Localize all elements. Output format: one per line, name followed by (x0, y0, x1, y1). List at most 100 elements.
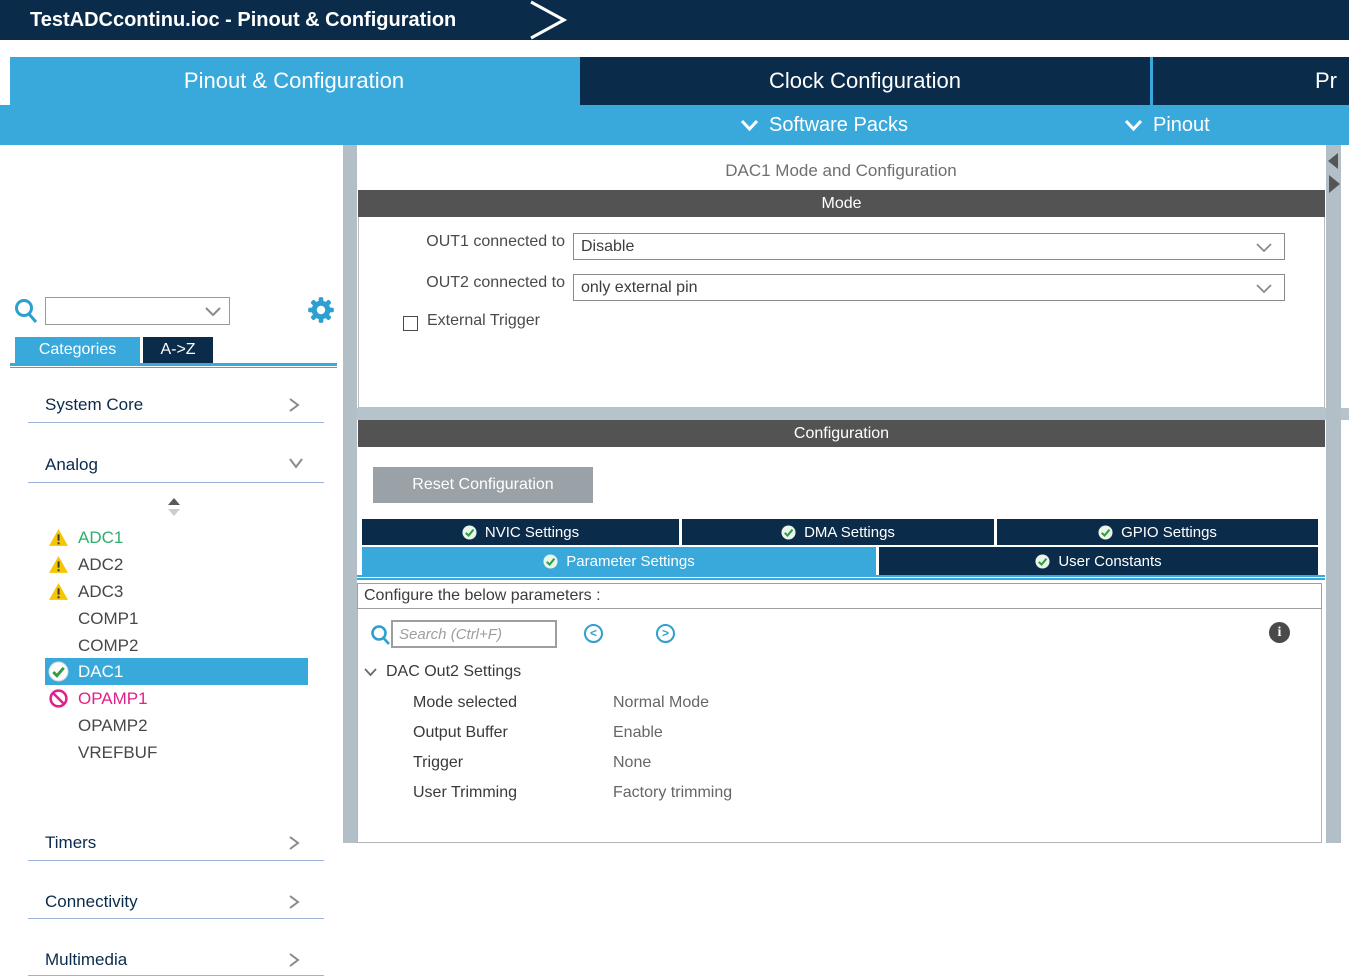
search-next-button[interactable]: > (656, 624, 675, 643)
warning-icon (49, 529, 68, 546)
check-badge-icon (543, 553, 558, 569)
item-label: ADC3 (78, 582, 124, 601)
search-previous-button[interactable]: < (584, 624, 603, 643)
chevron-right-icon (289, 895, 300, 909)
param-row-trigger[interactable]: Trigger None (358, 748, 1321, 778)
chevron-down-icon (1124, 119, 1143, 131)
sidebar-tab-underline (10, 363, 337, 368)
sidebar-item-adc1[interactable]: ADC1 (45, 524, 308, 551)
sidebar-tab-az[interactable]: A->Z (143, 337, 213, 363)
chevron-down-icon (364, 667, 377, 676)
sidebar-search-combobox[interactable] (45, 297, 230, 325)
sidebar-item-comp1[interactable]: COMP1 (45, 605, 308, 632)
check-badge-icon (1035, 553, 1050, 569)
sidebar-item-adc3[interactable]: ADC3 (45, 578, 308, 605)
collapse-left-icon[interactable] (1328, 153, 1338, 169)
tree-group-dac-out2-settings[interactable]: DAC Out2 Settings (364, 660, 521, 684)
sort-handle-icon[interactable] (167, 497, 181, 517)
divider (28, 482, 324, 483)
software-packs-label: Software Packs (769, 113, 908, 136)
item-label: DAC1 (78, 662, 124, 681)
sidebar-category-system-core[interactable]: System Core (0, 391, 343, 419)
sidebar-item-opamp1[interactable]: OPAMP1 (45, 685, 308, 712)
search-icon (371, 625, 390, 645)
out1-label: OUT1 connected to (426, 233, 565, 250)
param-name: Output Buffer (413, 724, 508, 741)
sidebar-item-opamp2[interactable]: OPAMP2 (45, 712, 308, 739)
info-icon[interactable]: i (1269, 622, 1290, 643)
chevron-down-icon (1256, 243, 1272, 253)
chevron-right-icon (289, 398, 300, 412)
check-badge-icon (781, 524, 796, 540)
external-trigger-label: External Trigger (427, 312, 540, 329)
chevron-down-icon (205, 307, 221, 317)
out2-label: OUT2 connected to (426, 274, 565, 291)
warning-icon (49, 583, 68, 600)
check-badge-icon (462, 524, 477, 540)
search-icon (15, 299, 38, 323)
param-name: Trigger (413, 754, 464, 771)
param-value: None (613, 754, 652, 771)
param-name: User Trimming (413, 784, 518, 801)
param-row-output-buffer[interactable]: Output Buffer Enable (358, 718, 1321, 748)
sidebar-item-dac1[interactable]: DAC1 (45, 658, 308, 685)
tab-dma-settings[interactable]: DMA Settings (682, 519, 994, 545)
item-label: ADC1 (78, 528, 124, 547)
external-trigger-checkbox[interactable] (403, 316, 418, 331)
window-title: TestADCcontinu.ioc - Pinout & Configurat… (30, 9, 457, 31)
check-badge-icon (1098, 524, 1113, 540)
tab-pinout-configuration[interactable]: Pinout & Configuration (10, 57, 578, 105)
gear-icon[interactable] (307, 296, 335, 324)
tab-clock-configuration[interactable]: Clock Configuration (580, 57, 1150, 105)
sidebar-item-vrefbuf[interactable]: VREFBUF (45, 739, 308, 766)
tab-gpio-settings[interactable]: GPIO Settings (997, 519, 1318, 545)
sidebar-category-connectivity[interactable]: Connectivity (0, 888, 343, 916)
stm32cubemx-window: TestADCcontinu.ioc - Pinout & Configurat… (0, 0, 1349, 976)
top-tab-band: Pinout & Configuration Clock Configurati… (0, 57, 1349, 145)
tab-label: DMA Settings (804, 523, 895, 541)
pinout-toggle[interactable]: Pinout (1124, 105, 1210, 145)
chevron-right-icon (289, 953, 300, 967)
sidebar-category-multimedia[interactable]: Multimedia (0, 946, 343, 974)
chevron-down-icon (1256, 284, 1272, 294)
out2-select[interactable]: only external pin (573, 274, 1285, 301)
settings-tabs-underline (357, 575, 1325, 580)
panel-splitter[interactable] (357, 408, 1349, 420)
sidebar-item-adc2[interactable]: ADC2 (45, 551, 308, 578)
item-label: COMP1 (78, 609, 139, 628)
tab-label: Parameter Settings (566, 552, 695, 570)
out1-select[interactable]: Disable (573, 233, 1285, 260)
tab-nvic-settings[interactable]: NVIC Settings (362, 519, 679, 545)
sidebar-item-comp2[interactable]: COMP2 (45, 632, 308, 659)
param-row-mode-selected[interactable]: Mode selected Normal Mode (358, 688, 1321, 718)
reset-configuration-button[interactable]: Reset Configuration (373, 467, 593, 503)
sidebar-scrollbar[interactable] (343, 145, 357, 843)
parameter-search-input[interactable] (391, 620, 557, 648)
software-packs-toggle[interactable]: Software Packs (740, 105, 908, 145)
item-label: ADC2 (78, 555, 124, 574)
item-label: OPAMP1 (78, 689, 148, 708)
sidebar-category-analog[interactable]: Analog (0, 451, 343, 479)
tab-label: User Constants (1058, 552, 1162, 570)
sidebar-category-timers[interactable]: Timers (0, 829, 343, 857)
tree-group-label: DAC Out2 Settings (386, 663, 522, 680)
category-label: Multimedia (45, 950, 128, 969)
divider (28, 918, 324, 919)
tab-parameter-settings[interactable]: Parameter Settings (362, 547, 876, 575)
tab-project-manager[interactable]: Pr (1153, 57, 1349, 105)
chevron-down-icon (740, 119, 759, 131)
item-label: COMP2 (78, 636, 139, 655)
param-value: Normal Mode (613, 694, 710, 711)
main-scrollbar[interactable] (1326, 145, 1341, 843)
param-value: Factory trimming (613, 784, 733, 801)
tab-user-constants[interactable]: User Constants (879, 547, 1318, 575)
expand-right-icon[interactable] (1329, 175, 1340, 193)
divider (28, 860, 324, 861)
tab-label: NVIC Settings (484, 523, 580, 541)
dac1-panel-title: DAC1 Mode and Configuration (725, 161, 957, 180)
breadcrumb-chevron-icon (530, 0, 568, 40)
configuration-section-header: Configuration (358, 420, 1325, 447)
sidebar-tab-categories[interactable]: Categories (15, 337, 140, 363)
blocked-icon (49, 689, 68, 708)
param-row-user-trimming[interactable]: User Trimming Factory trimming (358, 778, 1321, 808)
